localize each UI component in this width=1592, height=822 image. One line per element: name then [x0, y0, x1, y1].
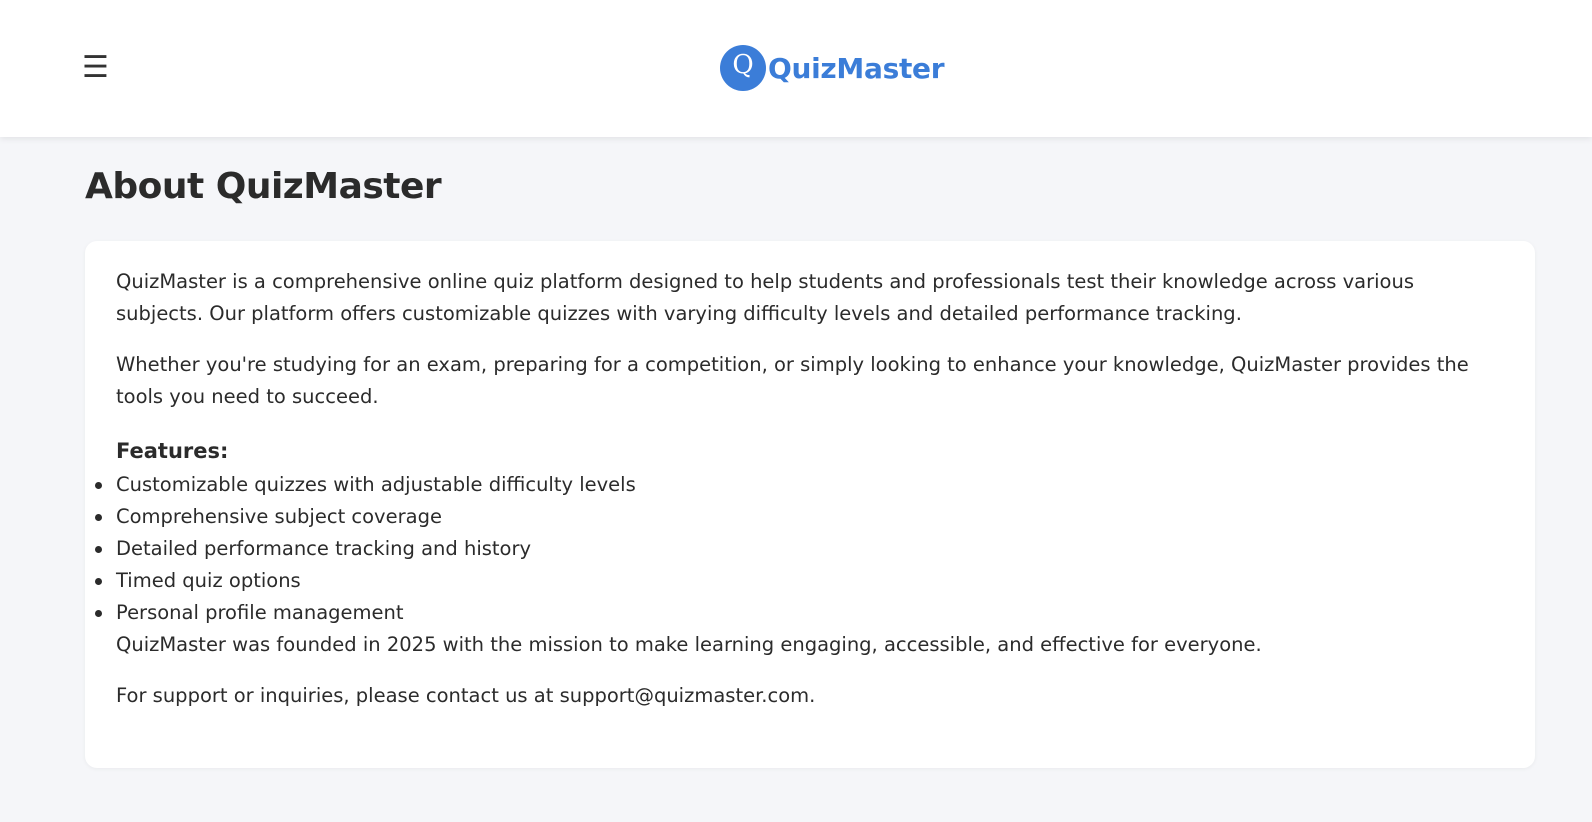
about-card: QuizMaster is a comprehensive online qui…	[85, 241, 1535, 768]
feature-item: Timed quiz options	[95, 565, 1503, 597]
feature-item: Detailed performance tracking and histor…	[95, 533, 1503, 565]
intro-paragraph: QuizMaster is a comprehensive online qui…	[116, 270, 1414, 325]
support-paragraph: For support or inquiries, please contact…	[116, 684, 816, 707]
page-title: About QuizMaster	[85, 166, 442, 207]
brand-logo[interactable]: Q QuizMaster	[720, 45, 945, 91]
logo-circle-icon: Q	[720, 45, 766, 91]
features-heading: Features:	[116, 439, 229, 463]
logo-letter: Q	[732, 50, 754, 80]
intro-paragraph: Whether you're studying for an exam, pre…	[116, 353, 1469, 408]
hamburger-menu-icon[interactable]: ☰	[82, 50, 112, 86]
founded-paragraph: QuizMaster was founded in 2025 with the …	[116, 633, 1262, 656]
brand-name: QuizMaster	[768, 51, 945, 85]
feature-item: Comprehensive subject coverage	[95, 501, 1503, 533]
features-list: Customizable quizzes with adjustable dif…	[95, 469, 1503, 629]
top-header: ☰ Q QuizMaster	[0, 0, 1592, 137]
feature-item: Personal profile management	[95, 597, 1503, 629]
feature-item: Customizable quizzes with adjustable dif…	[95, 469, 1503, 501]
